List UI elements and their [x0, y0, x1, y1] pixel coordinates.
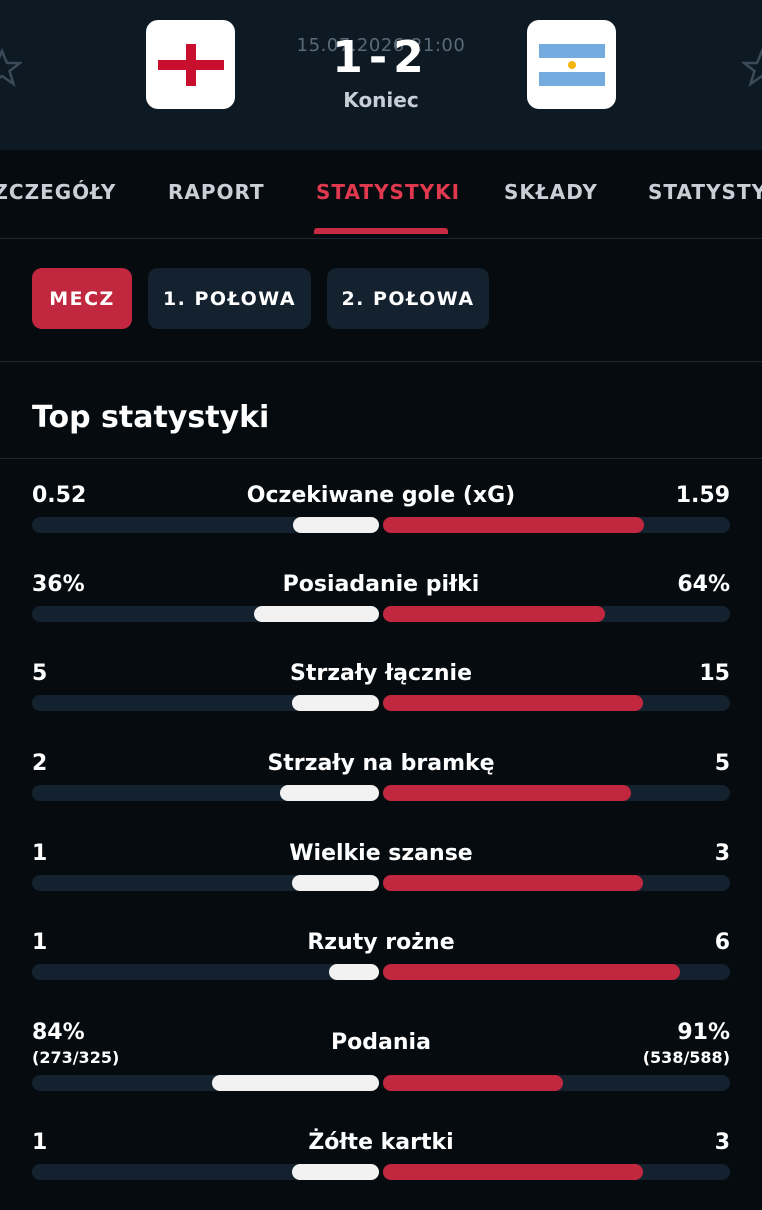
away-stat-track [383, 1164, 730, 1180]
home-stat-track [32, 1164, 379, 1180]
away-stat-value: 5 [714, 751, 730, 776]
away-stat-bar [383, 1075, 563, 1091]
home-stat-track [32, 875, 379, 891]
away-stat-track [383, 695, 730, 711]
home-stat-track [32, 1075, 379, 1091]
away-stat-value: 91% [677, 1020, 730, 1045]
away-stat-bar [383, 517, 644, 533]
away-stat-bar [383, 875, 643, 891]
stat-row: 1 Żółte kartki 3 [0, 1130, 762, 1210]
stat-label: Strzały na bramkę [267, 751, 495, 776]
away-stat-value: 6 [714, 930, 730, 955]
match-header: 15.07.2026 21:00 1-2 Koniec [0, 0, 762, 150]
tab-statistics[interactable]: STATYSTYKI [316, 180, 460, 204]
away-stat-track [383, 964, 730, 980]
away-stat-track [383, 517, 730, 533]
away-stat-value: 15 [699, 661, 730, 686]
stat-row: 84% (273/325) Podania 91% (538/588) [0, 1020, 762, 1100]
away-stat-bar [383, 695, 643, 711]
match-status: Koniec [343, 88, 419, 112]
away-stat-bar [383, 964, 680, 980]
away-team-logo[interactable] [527, 20, 616, 109]
stat-row: 36% Posiadanie piłki 64% [0, 572, 762, 652]
home-stat-bar [293, 517, 379, 533]
away-stat-value: 64% [677, 572, 730, 597]
stat-row: 5 Strzały łącznie 15 [0, 661, 762, 741]
tab-report[interactable]: RAPORT [168, 180, 265, 204]
section-divider [0, 458, 762, 459]
period-button-second-half[interactable]: 2. POŁOWA [327, 268, 489, 329]
stat-row: 1 Wielkie szanse 3 [0, 841, 762, 921]
stat-label: Wielkie szanse [289, 841, 473, 866]
home-stat-bar [329, 964, 379, 980]
match-score: 1-2 [332, 32, 430, 83]
stat-label: Oczekiwane gole (xG) [246, 483, 516, 508]
home-stat-bar [212, 1075, 379, 1091]
tab-lineups[interactable]: SKŁADY [504, 180, 598, 204]
tab-player-statistics[interactable]: STATYSTYKI [648, 180, 762, 204]
period-button-match[interactable]: MECZ [32, 268, 132, 329]
argentina-flag-icon [538, 43, 605, 86]
home-stat-track [32, 785, 379, 801]
stat-label: Żółte kartki [308, 1130, 454, 1155]
stat-row: 2 Strzały na bramkę 5 [0, 751, 762, 831]
stat-row: 0.52 Oczekiwane gole (xG) 1.59 [0, 483, 762, 563]
away-stat-value: 3 [714, 841, 730, 866]
away-stat-bar [383, 785, 631, 801]
home-stat-track [32, 964, 379, 980]
period-button-first-half[interactable]: 1. POŁOWA [148, 268, 311, 329]
stat-row: 1 Rzuty rożne 6 [0, 930, 762, 1010]
stat-label: Posiadanie piłki [282, 572, 480, 597]
home-stat-bar [292, 1164, 379, 1180]
away-stat-track [383, 606, 730, 622]
active-tab-indicator [314, 228, 448, 234]
home-stat-bar [280, 785, 379, 801]
home-stat-track [32, 606, 379, 622]
section-title: Top statystyki [32, 400, 270, 435]
tab-details[interactable]: SZCZEGÓŁY [0, 180, 116, 204]
away-stat-value: 1.59 [675, 483, 730, 508]
home-stat-track [32, 695, 379, 711]
home-stat-bar [292, 695, 379, 711]
stat-label: Rzuty rożne [307, 930, 455, 955]
away-stat-bar [383, 606, 605, 622]
stat-label: Strzały łącznie [289, 661, 472, 686]
home-stat-bar [292, 875, 379, 891]
home-stat-track [32, 517, 379, 533]
away-stat-track [383, 785, 730, 801]
home-stat-bar [254, 606, 379, 622]
favorite-star-icon[interactable] [742, 48, 762, 88]
away-stat-track [383, 875, 730, 891]
period-selector: MECZ 1. POŁOWA 2. POŁOWA [0, 238, 762, 362]
away-stat-bar [383, 1164, 643, 1180]
away-stat-value: 3 [714, 1130, 730, 1155]
match-tabs: SZCZEGÓŁY RAPORT STATYSTYKI SKŁADY STATY… [0, 150, 762, 239]
away-stat-track [383, 1075, 730, 1091]
away-stat-detail: (538/588) [642, 1048, 730, 1067]
